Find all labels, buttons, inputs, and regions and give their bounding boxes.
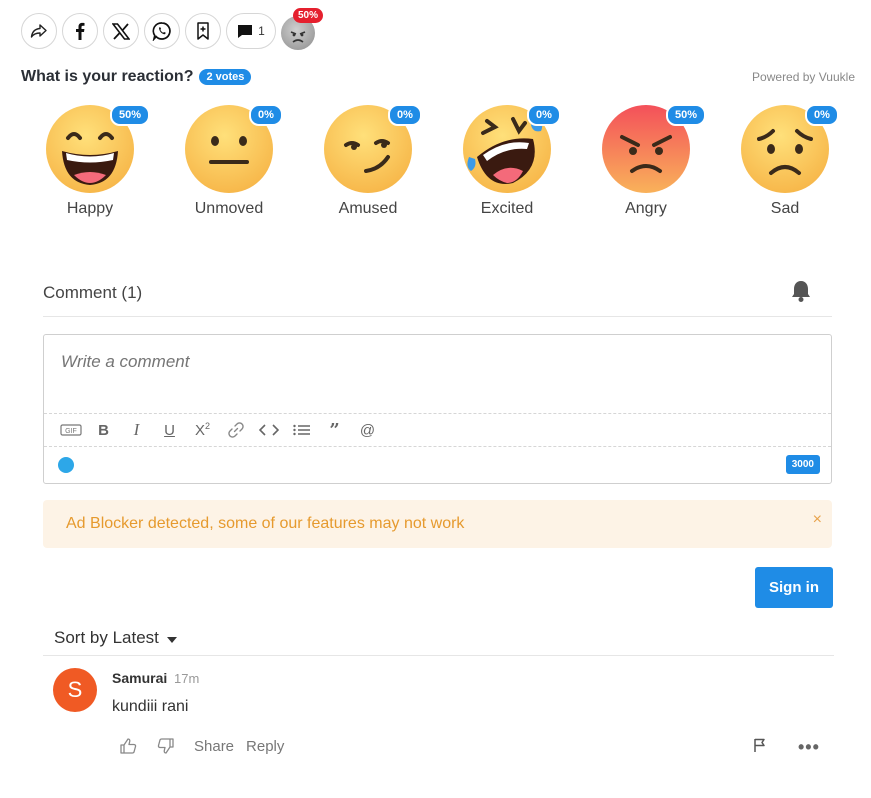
editor-toolbar: GIF B I U X2 ” @ [44,413,831,447]
reaction-amused[interactable]: 0% Amused [298,102,438,218]
char-count-badge: 3000 [785,455,820,474]
reaction-percent: 50% [110,104,151,126]
reaction-label: Sad [770,200,800,217]
reaction-summary-badge: 50% [293,8,324,23]
reaction-angry[interactable]: 50% Angry [576,102,716,218]
divider [43,316,832,317]
thumbs-up-icon[interactable] [118,736,138,756]
comment-count-button[interactable]: 1 [226,13,276,49]
code-icon[interactable] [252,418,285,442]
comment-time: 17m [174,671,200,686]
user-status-dot [58,457,74,473]
more-options-icon[interactable]: ••• [798,737,820,758]
share-link[interactable]: Share [194,738,234,755]
bookmark-add-icon[interactable] [185,13,221,49]
sign-in-button[interactable]: Sign in [755,567,833,608]
mention-icon[interactable]: @ [351,418,384,442]
share-bar: 1 50% [21,8,324,50]
powered-by-link[interactable]: Powered by Vuukle [752,70,855,84]
facebook-icon[interactable] [62,13,98,49]
reaction-percent: 0% [388,104,422,126]
thumbs-down-icon[interactable] [156,736,176,756]
reaction-percent: 50% [666,104,707,126]
superscript-icon[interactable]: X2 [186,418,219,442]
reaction-label: Excited [480,200,534,217]
reaction-sad[interactable]: 0% Sad [715,102,855,218]
avatar[interactable]: S [53,668,97,712]
divider [43,655,834,656]
reaction-happy[interactable]: 50% Happy [20,102,160,218]
reaction-excited[interactable]: 0% Excited [437,102,577,218]
underline-icon[interactable]: U [153,418,186,442]
caret-down-icon [166,636,177,643]
votes-badge: 2 votes [199,69,252,85]
reaction-percent: 0% [805,104,839,126]
list-icon[interactable] [285,418,318,442]
reaction-title-text: What is your reaction? [21,68,194,85]
comment-input[interactable] [61,352,761,372]
comment-editor: GIF B I U X2 ” @ 3000 [43,334,832,484]
reactions-row: 50% Happy 0% Unmoved 0% Amused 0% Excite… [20,102,850,222]
italic-icon[interactable]: I [120,418,153,442]
x-twitter-icon[interactable] [103,13,139,49]
share-icon[interactable] [21,13,57,49]
comment-count: 1 [258,24,265,38]
adblock-notice: Ad Blocker detected, some of our feature… [43,500,832,548]
comment-author[interactable]: Samurai [112,670,167,686]
reaction-summary-button[interactable]: 50% [281,8,324,50]
reaction-label: Happy [66,200,114,217]
sort-label: Sort by Latest [54,628,159,647]
comment-icon [238,24,253,38]
comment-text: kundiii rani [112,698,189,715]
reaction-title: What is your reaction? 2 votes [21,68,252,86]
svg-text:GIF: GIF [65,428,77,435]
reaction-label: Unmoved [194,200,264,217]
comment-header: Comment (1) [43,283,143,302]
bell-icon[interactable] [790,279,812,308]
reaction-unmoved[interactable]: 0% Unmoved [159,102,299,218]
adblock-text: Ad Blocker detected, some of our feature… [66,515,465,532]
reaction-label: Amused [338,200,398,217]
close-icon[interactable]: × [813,511,822,529]
reaction-label: Angry [625,200,667,217]
reaction-percent: 0% [249,104,283,126]
reply-link[interactable]: Reply [246,738,284,755]
sort-dropdown[interactable]: Sort by Latest [54,628,177,648]
whatsapp-icon[interactable] [144,13,180,49]
bold-icon[interactable]: B [87,418,120,442]
comment-actions: Share Reply [118,736,296,756]
link-icon[interactable] [219,418,252,442]
reaction-percent: 0% [527,104,561,126]
quote-icon[interactable]: ” [318,418,351,442]
gif-icon[interactable]: GIF [54,418,87,442]
flag-icon[interactable] [752,737,768,758]
